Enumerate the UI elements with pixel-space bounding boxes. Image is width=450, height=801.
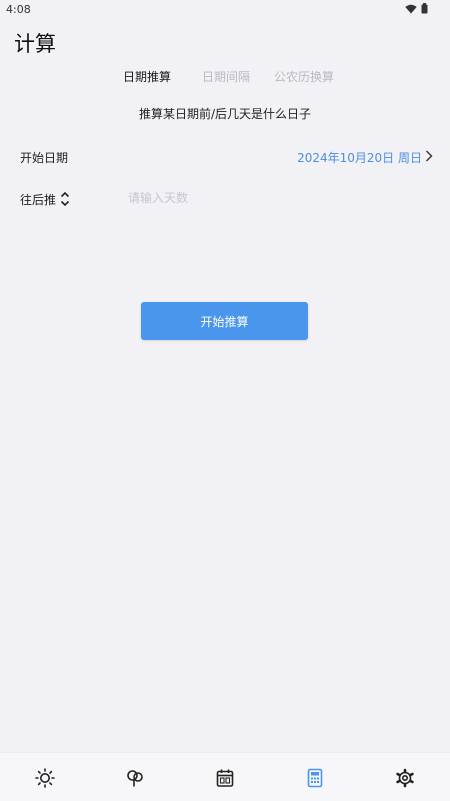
nav-item-calculator[interactable]	[304, 767, 326, 789]
battery-icon	[421, 3, 428, 14]
days-input[interactable]	[128, 189, 408, 207]
start-date-label: 开始日期	[20, 151, 69, 165]
bottom-nav	[0, 752, 450, 801]
tab-date-calculation[interactable]: 日期推算	[123, 68, 171, 85]
wifi-icon	[405, 4, 417, 13]
status-icons	[405, 3, 428, 14]
gear-icon	[396, 768, 414, 788]
sun-icon	[35, 768, 55, 788]
chevron-right-icon[interactable]	[424, 148, 434, 164]
direction-label[interactable]: 往后推	[20, 191, 56, 208]
nav-item-weather[interactable]	[34, 767, 56, 789]
tab-date-interval[interactable]: 日期间隔	[202, 68, 250, 85]
calculator-icon	[307, 768, 323, 788]
direction-toggle-icon[interactable]	[59, 190, 71, 208]
tree-icon	[127, 770, 143, 787]
nav-item-tree[interactable]	[124, 767, 146, 789]
calendar-icon	[216, 769, 234, 787]
start-date-value[interactable]: 2024年10月20日 周日	[297, 149, 422, 166]
start-calculation-button[interactable]: 开始推算	[141, 302, 308, 340]
status-bar: 4:08	[0, 0, 450, 22]
description-text: 推算某日期前/后几天是什么日子	[138, 107, 312, 121]
nav-item-settings[interactable]	[394, 767, 416, 789]
nav-item-calendar[interactable]	[214, 767, 236, 789]
status-time: 4:08	[6, 3, 31, 16]
tab-bar: 日期推算 日期间隔 公农历换算	[0, 68, 450, 88]
page-title: 计算	[14, 32, 56, 56]
tab-lunar-conversion[interactable]: 公农历换算	[274, 68, 334, 85]
